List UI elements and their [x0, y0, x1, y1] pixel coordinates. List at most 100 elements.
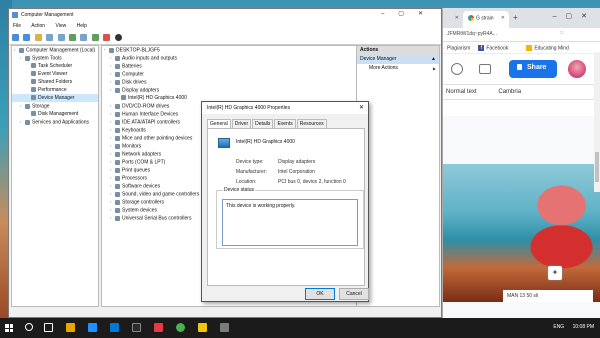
- tree-item[interactable]: Device Manager: [12, 94, 98, 102]
- tree-item[interactable]: › Audio inputs and outputs: [102, 54, 362, 62]
- tree-item[interactable]: › DESKTOP-BLJGF5: [102, 46, 362, 54]
- close-icon[interactable]: ✕: [359, 104, 364, 111]
- folder-icon: [526, 45, 533, 51]
- tree-item-label: Device Manager: [38, 95, 75, 101]
- chrome-tab-active[interactable]: G strain ✕: [463, 11, 509, 28]
- avatar[interactable]: [568, 60, 586, 78]
- tree-node-icon: [115, 63, 120, 69]
- tree-node-icon: [25, 103, 30, 109]
- close-tab-icon[interactable]: ✕: [501, 15, 505, 21]
- app-icon[interactable]: [198, 323, 207, 332]
- disable-device-icon[interactable]: [114, 34, 122, 41]
- help-icon[interactable]: [68, 34, 76, 41]
- cancel-button[interactable]: Cancel: [339, 288, 369, 300]
- scrollbar-thumb[interactable]: [595, 152, 599, 182]
- tree-item[interactable]: Performance: [12, 86, 98, 94]
- docs-status-field: MAN 13 50 sli: [503, 290, 593, 302]
- tree-item-label: Performance: [38, 87, 67, 93]
- tree-item[interactable]: › Storage: [12, 102, 98, 110]
- tree-item[interactable]: › Computer: [102, 70, 362, 78]
- tree-node-icon: [31, 63, 36, 69]
- tree-node-icon: [115, 55, 120, 61]
- tree-item[interactable]: › Services and Applications: [12, 118, 98, 126]
- device-status-group: Device status This device is working pro…: [216, 187, 364, 249]
- tab-resources[interactable]: Resources: [296, 119, 327, 128]
- tree-item[interactable]: › Computer Management (Local): [12, 46, 98, 54]
- tree-item[interactable]: › System Tools: [12, 54, 98, 62]
- menu-file[interactable]: File: [13, 23, 21, 29]
- tree-item[interactable]: › Batteries: [102, 62, 362, 70]
- tab-driver[interactable]: Driver: [231, 119, 252, 128]
- computer-management-taskbar-icon[interactable]: [220, 323, 229, 332]
- close-tab-icon[interactable]: ✕: [455, 15, 459, 21]
- font-select[interactable]: Cambria: [498, 89, 521, 95]
- menu-bar: File Action View Help: [9, 21, 441, 31]
- view-icon[interactable]: [80, 34, 88, 41]
- update-driver-icon[interactable]: [91, 34, 99, 41]
- tree-item-label: Processors: [122, 175, 148, 182]
- tree-item[interactable]: › Disk drives: [102, 78, 362, 86]
- task-view-icon[interactable]: [44, 323, 53, 332]
- paragraph-style-select[interactable]: Normal text: [446, 89, 477, 95]
- tree-item[interactable]: Task Scheduler: [12, 62, 98, 70]
- comment-icon[interactable]: [479, 64, 491, 74]
- show-hide-tree-icon[interactable]: [46, 34, 54, 41]
- start-icon[interactable]: [5, 324, 13, 332]
- window-controls[interactable]: –▢✕: [553, 12, 596, 20]
- tree-item-label: Human Interface Devices: [122, 111, 179, 118]
- more-actions[interactable]: More Actions ▶: [357, 64, 439, 73]
- uninstall-icon[interactable]: [103, 34, 111, 41]
- menu-action[interactable]: Action: [31, 23, 45, 29]
- app-icon[interactable]: [154, 323, 163, 332]
- bookmark-item[interactable]: Facebook: [486, 45, 508, 51]
- tree-node-icon: [115, 183, 120, 189]
- document-canvas[interactable]: ✦ MAN 13 50 sli: [443, 116, 600, 318]
- properties-icon[interactable]: [57, 34, 65, 41]
- search-icon[interactable]: [25, 323, 33, 331]
- up-icon[interactable]: [34, 34, 42, 41]
- chrome-tab[interactable]: ✕: [443, 11, 463, 28]
- tab-details[interactable]: Details: [252, 119, 274, 128]
- extensions-area[interactable]: [570, 30, 596, 39]
- ok-button[interactable]: OK: [305, 288, 335, 300]
- tree-item[interactable]: Event Viewer: [12, 70, 98, 78]
- address-bar[interactable]: JFMRtW1dq~pyR4A... ☆: [443, 28, 600, 42]
- address-text[interactable]: JFMRtW1dq~pyR4A...: [447, 31, 497, 37]
- tree-item[interactable]: Shared Folders: [12, 78, 98, 86]
- tree-item-label: Disk Management: [38, 111, 79, 117]
- new-tab-button[interactable]: +: [513, 13, 518, 22]
- forward-icon[interactable]: [23, 34, 31, 41]
- file-explorer-icon[interactable]: [66, 323, 75, 332]
- scrollbar[interactable]: [594, 52, 600, 192]
- tab-events[interactable]: Events: [274, 119, 296, 128]
- store-icon[interactable]: [110, 323, 119, 332]
- language-indicator[interactable]: ENG: [553, 324, 564, 330]
- share-button[interactable]: Share: [509, 60, 557, 78]
- tree-item-label: Task Scheduler: [38, 63, 73, 69]
- star-icon[interactable]: ☆: [560, 30, 564, 36]
- history-icon[interactable]: [451, 63, 463, 75]
- chrome-icon[interactable]: [176, 323, 185, 332]
- tree-node-icon: [19, 47, 24, 53]
- tree-item[interactable]: › Display adapters: [102, 86, 362, 94]
- actions-device-manager[interactable]: Device Manager ▲: [357, 55, 439, 64]
- taskbar: ENG 10:08 PM: [0, 318, 600, 338]
- bookmark-item[interactable]: Educating Mind: [534, 45, 568, 51]
- tree-item-label: Network adapters: [122, 151, 162, 158]
- mail-icon[interactable]: [132, 323, 141, 332]
- device-status-text[interactable]: This device is working properly.: [222, 199, 358, 246]
- clock[interactable]: 10:08 PM: [573, 324, 594, 330]
- tab-general[interactable]: General: [207, 119, 231, 128]
- explore-icon[interactable]: ✦: [548, 266, 562, 280]
- tree-item[interactable]: Disk Management: [12, 110, 98, 118]
- menu-view[interactable]: View: [55, 23, 66, 29]
- menu-help[interactable]: Help: [77, 23, 87, 29]
- bookmark-item[interactable]: Plagiarism: [447, 45, 470, 51]
- edge-icon[interactable]: [88, 323, 97, 332]
- window-controls[interactable]: –▢✕: [381, 10, 437, 17]
- tree-item-label: Sound, video and game controllers: [122, 191, 200, 198]
- system-tray: ENG 10:08 PM: [546, 324, 594, 330]
- chrome-window: ✕ G strain ✕ + –▢✕ JFMRtW1dq~pyR4A... ☆ P…: [442, 8, 600, 318]
- back-icon[interactable]: [12, 34, 19, 41]
- tree-node-icon: [115, 103, 120, 109]
